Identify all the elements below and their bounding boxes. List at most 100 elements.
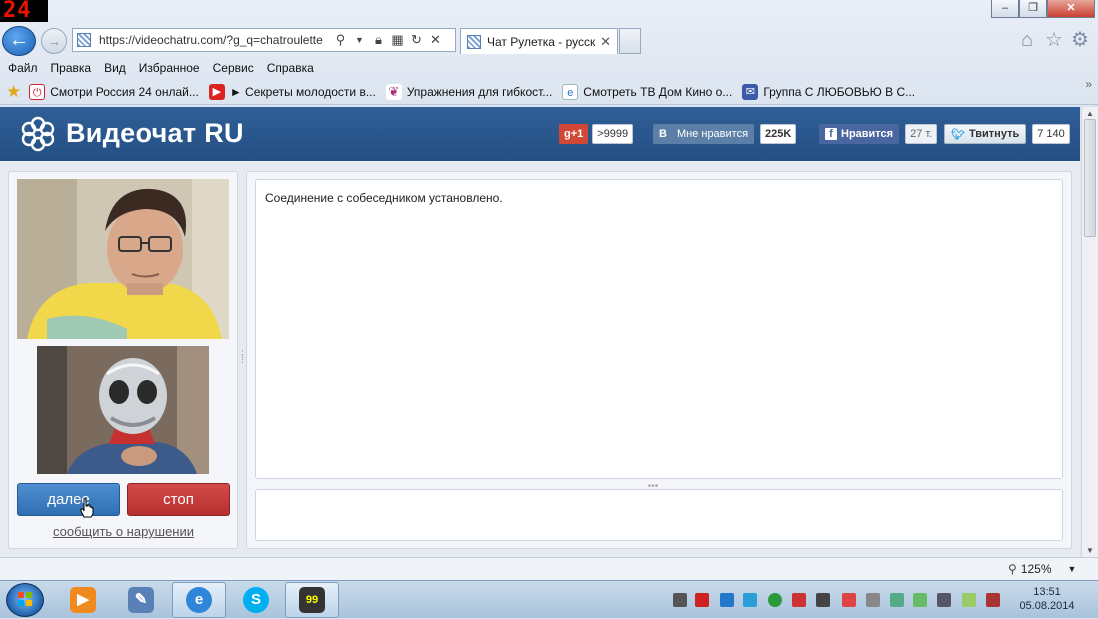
scroll-up-arrow-icon[interactable]: ▲ [1082,109,1098,118]
home-icon[interactable]: ⌂ [1016,29,1038,51]
facebook-icon: f [825,128,837,140]
chat-log: Соединение с собеседником установлено. [255,179,1063,479]
report-link[interactable]: сообщить о нарушении [17,524,230,539]
tray-app-icon[interactable] [962,593,976,607]
new-tab-button[interactable] [619,28,641,54]
menu-help[interactable]: Справка [267,61,314,75]
zoom-control[interactable]: ⚲ 125% ▼ [1008,562,1076,576]
taskbar-fraps[interactable]: 99 [285,582,339,618]
partner-video [17,179,229,339]
tweet-button[interactable]: 🐦︎ Твитнуть [944,124,1027,144]
favorite-item[interactable]: ❦ Упражнения для гибкост... [385,83,552,100]
skype-icon: S [243,587,269,613]
power-icon: ⏻ [29,83,46,100]
group-icon: ✉ [742,83,759,100]
vk-count: 225K [760,124,797,144]
menu-file[interactable]: Файл [8,61,38,75]
forward-button[interactable]: → [41,28,67,54]
tray-display-icon[interactable] [937,593,951,607]
tray-speaker-icon[interactable] [866,593,880,607]
vertical-scrollbar[interactable]: ▲ ▼ [1081,107,1098,557]
minimize-button[interactable]: – [991,0,1019,18]
facebook-like-button[interactable]: f Нравится [819,124,900,144]
tray-action-center-icon[interactable] [986,593,1000,607]
chat-input[interactable] [255,489,1063,541]
gplus-button[interactable]: g+1 [559,124,589,144]
back-button[interactable]: ← [2,26,36,56]
vk-logo-icon: B [659,128,667,140]
panel-splitter-grip[interactable]: ⋮ ⋮ [238,350,247,366]
next-button[interactable]: далее [17,483,120,516]
tab-chat-roulette[interactable]: Чат Рулетка - русск... ✕ [460,28,618,54]
tray-flag-icon[interactable] [842,593,856,607]
favorite-item[interactable]: ▶ ► Секреты молодости в... [208,83,376,100]
tray-acrobat-icon[interactable] [792,593,806,607]
favorite-item[interactable]: e Смотреть ТВ Дом Кино о... [562,83,732,100]
twitter-widget[interactable]: 🐦︎ Твитнуть 7 140 [944,123,1070,145]
gplus-widget[interactable]: g+1 >9999 [559,123,634,145]
maximize-button[interactable]: ❐ [1019,0,1047,18]
tray-volume-icon[interactable] [673,593,687,607]
vk-widget[interactable]: B Мне нравится 225K [653,123,797,145]
search-icon[interactable]: ⚲ [331,32,350,48]
pin-icon: ❦ [385,83,402,100]
vk-like-button[interactable]: B Мне нравится [653,124,755,144]
menu-tools[interactable]: Сервис [213,61,254,75]
taskbar-skype[interactable]: S [229,582,283,618]
twitter-bird-icon: 🐦︎ [951,128,965,141]
close-window-button[interactable]: ✕ [1047,0,1095,18]
add-favorite-star-icon[interactable]: ★ [6,82,21,102]
tray-network-icon[interactable] [743,593,757,607]
close-tab-icon[interactable]: ✕ [600,34,611,50]
tweet-count: 7 140 [1032,124,1070,144]
zoom-level: 125% [1020,562,1052,576]
lock-icon[interactable]: 🔒︎ [369,32,388,48]
facebook-widget[interactable]: f Нравится 27 т. [819,123,938,145]
clock-date: 05.08.2014 [1019,600,1075,612]
taskbar-paint-app[interactable]: ✎ [114,582,168,618]
site-favicon-icon [77,33,91,47]
start-button[interactable] [6,583,44,617]
site-header: Видеочат RU g+1 >9999 B Мне нравится 225… [0,107,1080,161]
chat-message: Соединение с собеседником установлено. [265,191,503,205]
tray-monitor-icon[interactable] [695,593,709,607]
tray-nvidia-icon[interactable] [913,593,927,607]
compatibility-view-icon[interactable]: ▦ [388,32,407,48]
tray-network-status-icon[interactable] [890,593,904,607]
dropdown-arrow-icon[interactable]: ▼ [350,35,369,45]
stop-button[interactable]: стоп [127,483,230,516]
address-bar[interactable]: https://videochatru.com/?g_q=chatroulett… [72,28,456,52]
menu-view[interactable]: Вид [104,61,126,75]
stop-loading-icon[interactable]: ✕ [426,32,445,48]
clock-time: 13:51 [1033,586,1061,598]
zoom-dropdown-icon[interactable]: ▼ [1068,564,1077,574]
facebook-count: 27 т. [905,124,938,144]
ie-page-icon: e [562,83,579,100]
webpage: Видеочат RU g+1 >9999 B Мне нравится 225… [0,107,1080,557]
menu-edit[interactable]: Правка [51,61,92,75]
browser-chrome: 24 – ❐ ✕ ← → https://videochatru.com/?g_… [0,0,1098,107]
tab-favicon-icon [467,34,481,49]
tray-update-icon[interactable] [768,593,782,607]
url-text[interactable]: https://videochatru.com/?g_q=chatroulett… [99,33,331,47]
youtube-icon: ▶ [208,83,225,100]
settings-gear-icon[interactable]: ⚙ [1069,29,1091,51]
tray-device-icon[interactable] [816,593,830,607]
status-bar: ⚲ 125% ▼ [0,557,1098,580]
tray-bluetooth-icon[interactable] [720,593,734,607]
back-arrow-icon: ← [9,29,29,51]
site-logo[interactable]: Видеочат RU [66,118,244,149]
scrollbar-thumb[interactable] [1084,119,1096,237]
menu-favorites[interactable]: Избранное [139,61,200,75]
gplus-count: >9999 [592,124,634,144]
favorites-star-icon[interactable]: ☆ [1043,29,1065,51]
scroll-down-arrow-icon[interactable]: ▼ [1082,546,1098,555]
refresh-icon[interactable]: ↻ [407,32,426,48]
favorite-item[interactable]: ⏻ Смотри Россия 24 онлай... [29,83,199,100]
system-clock[interactable]: 13:51 05.08.2014 [1014,585,1080,613]
paint-icon: ✎ [128,587,154,613]
favorite-item[interactable]: ✉ Группа С ЛЮБОВЬЮ В С... [742,83,915,100]
hand-cursor-icon [80,498,94,518]
taskbar-media-player[interactable]: ▶ [56,582,110,618]
taskbar-internet-explorer[interactable]: e [172,582,226,618]
